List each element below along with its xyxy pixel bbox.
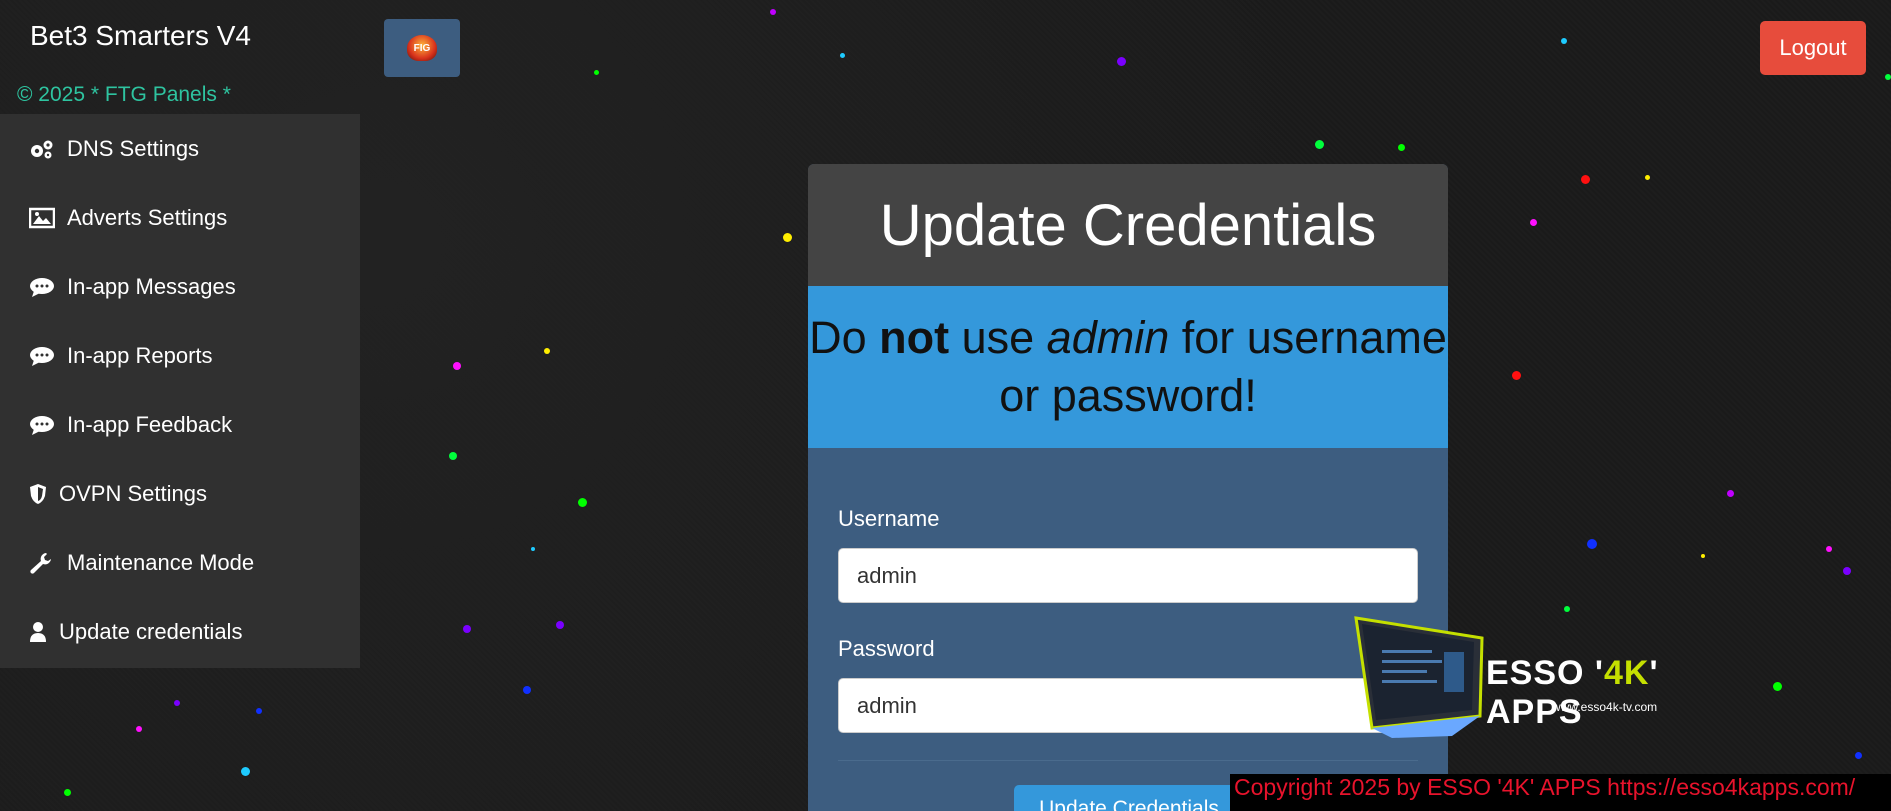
particle bbox=[594, 70, 599, 75]
password-label: Password bbox=[838, 636, 935, 661]
particle bbox=[1727, 490, 1734, 497]
particle bbox=[256, 708, 262, 714]
particle bbox=[578, 498, 587, 507]
sidebar-item-ovpn-settings[interactable]: OVPN Settings bbox=[0, 459, 360, 528]
page-background: Bet3 Smarters V4 FIG © 2025 * FTG Panels… bbox=[0, 0, 1891, 811]
esso-brand-text: ESSO '4K' APPS bbox=[1486, 654, 1742, 732]
sidebar-item-label: Maintenance Mode bbox=[67, 549, 255, 575]
particle bbox=[783, 233, 792, 242]
particle bbox=[1645, 175, 1650, 180]
particle bbox=[453, 362, 461, 370]
fig-logo-icon: FIG bbox=[407, 35, 437, 61]
admin-warning-banner: Do not use admin for username or passwor… bbox=[808, 286, 1448, 448]
particle bbox=[840, 53, 845, 58]
sidebar-item-label: DNS Settings bbox=[67, 135, 200, 161]
particle bbox=[463, 625, 471, 633]
particle bbox=[64, 789, 71, 796]
particle bbox=[770, 9, 776, 15]
app-brand-title: Bet3 Smarters V4 bbox=[30, 20, 251, 51]
wrench-icon bbox=[29, 552, 57, 574]
particle bbox=[1843, 567, 1851, 575]
particle bbox=[1701, 554, 1705, 558]
particle bbox=[556, 621, 564, 629]
sidebar-item-label: In-app Reports bbox=[67, 342, 213, 368]
sidebar-item-update-credentials[interactable]: Update credentials bbox=[0, 597, 360, 666]
particle bbox=[449, 452, 457, 460]
sidebar-item-adverts-settings[interactable]: Adverts Settings bbox=[0, 183, 360, 252]
particle bbox=[1315, 140, 1324, 149]
image-icon bbox=[29, 207, 57, 229]
form-divider bbox=[838, 760, 1418, 761]
sidebar-item-label: In-app Messages bbox=[67, 273, 236, 299]
card-title: Update Credentials bbox=[808, 164, 1448, 286]
sidebar-item-in-app-reports[interactable]: In-app Reports bbox=[0, 321, 360, 390]
particle bbox=[523, 686, 531, 694]
particle bbox=[174, 700, 180, 706]
user-icon bbox=[29, 621, 49, 643]
sidebar: DNS Settings Adverts Settings In-app Mes… bbox=[0, 114, 360, 668]
particle bbox=[136, 726, 142, 732]
particle bbox=[1512, 371, 1521, 380]
chat-icon bbox=[29, 276, 57, 298]
sidebar-item-in-app-messages[interactable]: In-app Messages bbox=[0, 252, 360, 321]
particle bbox=[1117, 57, 1126, 66]
particle bbox=[1398, 144, 1405, 151]
particle bbox=[544, 348, 550, 354]
update-credentials-button[interactable]: Update Credentials bbox=[1014, 785, 1244, 811]
particle bbox=[1530, 219, 1537, 226]
sidebar-item-label: In-app Feedback bbox=[67, 411, 233, 437]
warning-italic: admin bbox=[1046, 312, 1170, 363]
particle bbox=[1561, 38, 1567, 44]
warning-text: use bbox=[949, 312, 1047, 363]
logout-button[interactable]: Logout bbox=[1760, 21, 1866, 75]
particle bbox=[1564, 606, 1570, 612]
sidebar-item-label: Update credentials bbox=[59, 618, 243, 644]
username-input[interactable]: admin bbox=[838, 548, 1418, 603]
monitor-icon bbox=[1354, 616, 1484, 738]
shield-icon bbox=[29, 483, 49, 505]
sidebar-item-in-app-feedback[interactable]: In-app Feedback bbox=[0, 390, 360, 459]
username-label: Username bbox=[838, 506, 940, 531]
esso-text-part: ESSO ' bbox=[1486, 654, 1605, 692]
panel-copyright: © 2025 * FTG Panels * bbox=[17, 83, 231, 106]
sidebar-item-label: Adverts Settings bbox=[67, 204, 228, 230]
fig-logo-button[interactable]: FIG bbox=[384, 19, 460, 77]
sidebar-item-label: OVPN Settings bbox=[59, 480, 207, 506]
particle bbox=[1587, 539, 1597, 549]
footer-copyright: Copyright 2025 by ESSO '4K' APPS https:/… bbox=[1230, 774, 1891, 811]
particle bbox=[1855, 752, 1862, 759]
chat-icon bbox=[29, 414, 57, 436]
sidebar-item-maintenance-mode[interactable]: Maintenance Mode bbox=[0, 528, 360, 597]
particle bbox=[531, 547, 535, 551]
password-input[interactable]: admin bbox=[838, 678, 1418, 733]
particle bbox=[1826, 546, 1832, 552]
esso-text-accent: 4K bbox=[1604, 654, 1650, 692]
sidebar-item-dns-settings[interactable]: DNS Settings bbox=[0, 114, 360, 183]
chat-icon bbox=[29, 345, 57, 367]
particle bbox=[241, 767, 250, 776]
esso-watermark: ESSO '4K' APPS www.esso4k-tv.com bbox=[1352, 616, 1742, 746]
particle bbox=[1773, 682, 1782, 691]
particle bbox=[1885, 74, 1891, 80]
warning-bold: not bbox=[879, 312, 950, 363]
gears-icon bbox=[29, 138, 57, 160]
particle bbox=[1581, 175, 1590, 184]
esso-url: www.esso4k-tv.com bbox=[1552, 700, 1658, 714]
warning-text: Do bbox=[809, 312, 880, 363]
